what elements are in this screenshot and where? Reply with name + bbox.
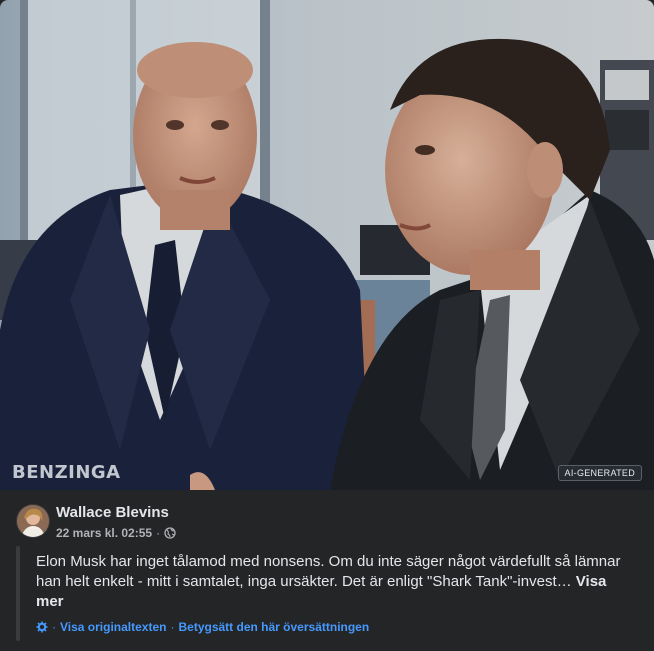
timestamp-link[interactable]: 22 mars kl. 02:55 xyxy=(56,526,152,540)
post-text-container: Elon Musk har inget tålamod med nonsens.… xyxy=(36,552,636,612)
translation-separator-2: · xyxy=(170,620,175,634)
translation-separator: · xyxy=(52,620,56,634)
translation-quote-bar xyxy=(16,546,20,641)
globe-icon[interactable] xyxy=(164,527,176,539)
meta-separator: · xyxy=(156,526,161,540)
avatar-image xyxy=(17,505,49,537)
post-photo[interactable]: BENZINGA AI-GENERATED xyxy=(0,0,654,490)
translate-gear-icon xyxy=(36,621,48,633)
photo-illustration xyxy=(0,0,654,490)
author-name[interactable]: Wallace Blevins xyxy=(56,504,169,521)
post-meta: 22 mars kl. 02:55 · xyxy=(56,526,176,540)
benzinga-watermark: BENZINGA xyxy=(12,462,121,483)
post-text: Elon Musk har inget tålamod med nonsens.… xyxy=(36,553,621,590)
ai-generated-badge: AI-GENERATED xyxy=(557,465,642,481)
post-content: Wallace Blevins 22 mars kl. 02:55 · Elon… xyxy=(0,490,654,651)
show-original-link[interactable]: Visa originaltexten xyxy=(60,620,166,634)
avatar[interactable] xyxy=(16,504,50,538)
translation-row: · Visa originaltexten · Betygsätt den hä… xyxy=(36,620,369,634)
rate-translation-link[interactable]: Betygsätt den här översättningen xyxy=(178,620,369,634)
